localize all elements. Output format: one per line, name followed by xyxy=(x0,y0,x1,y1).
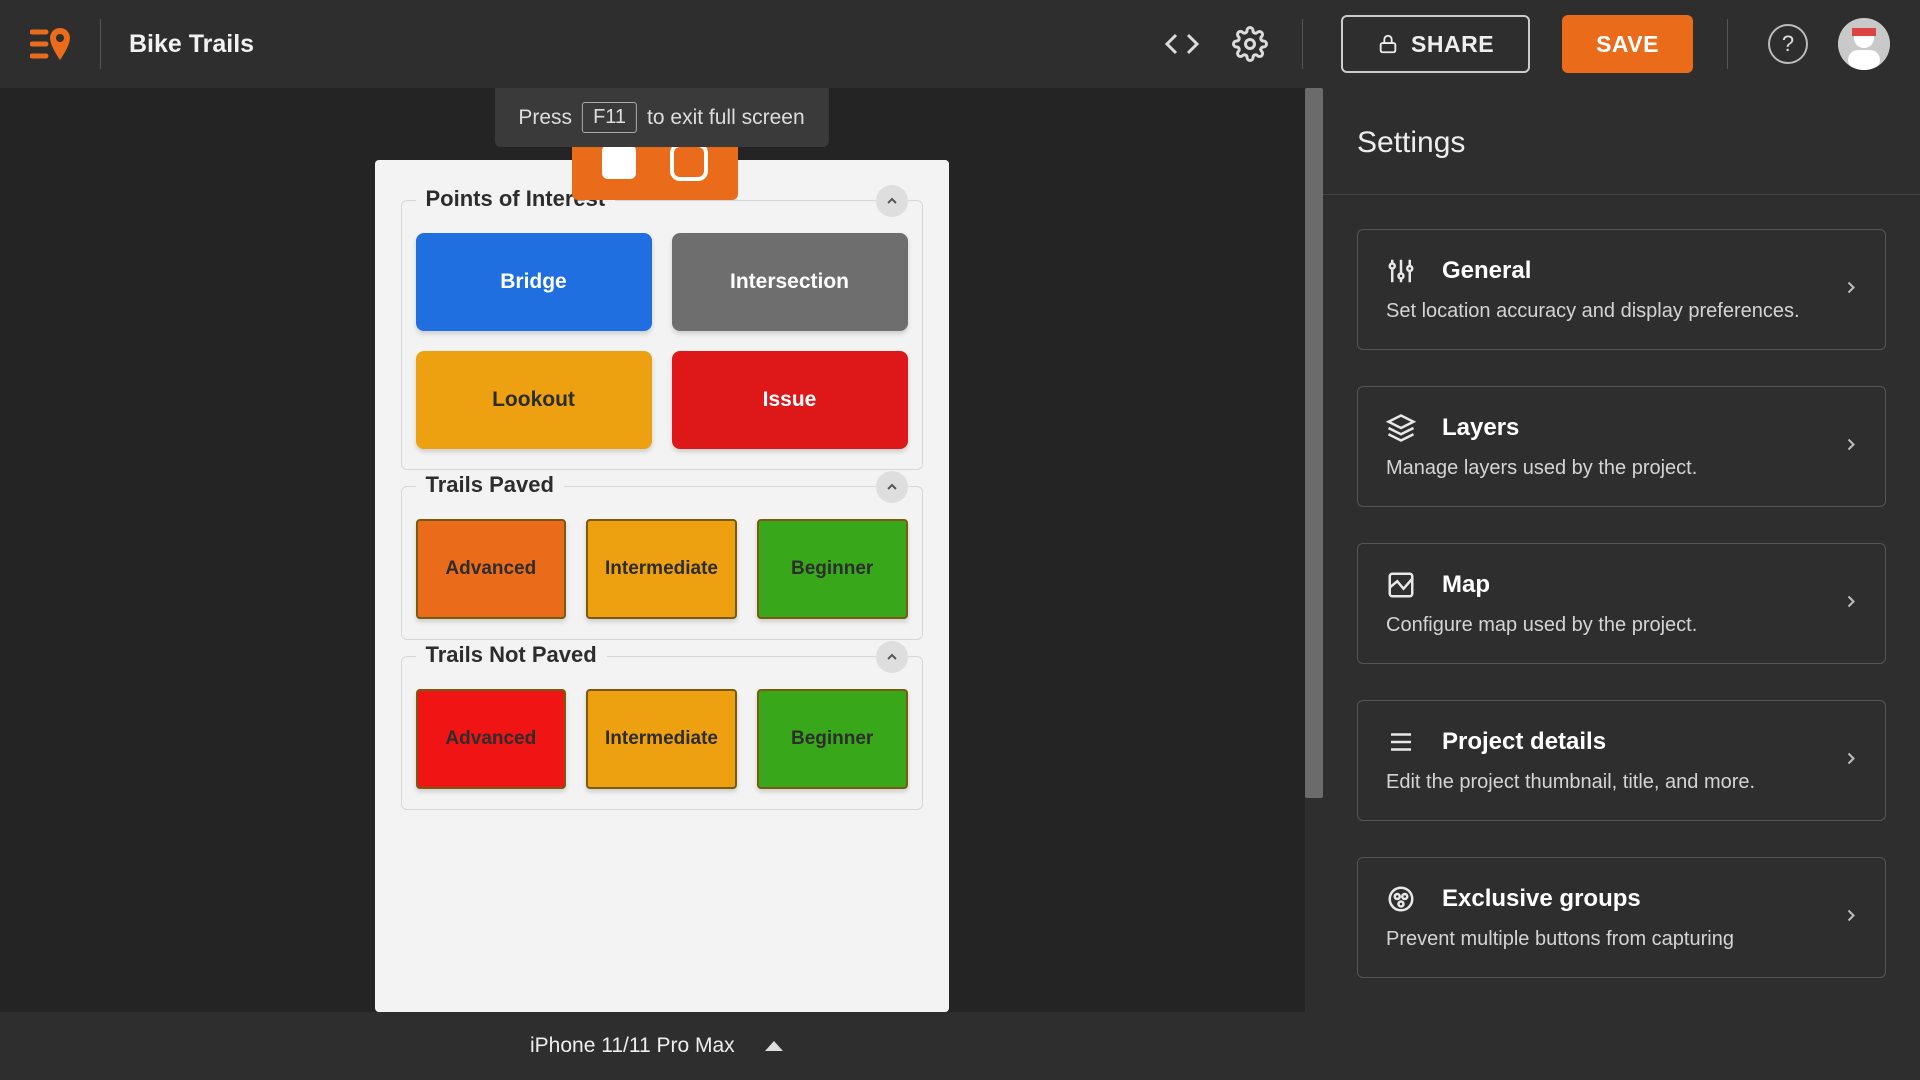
panel-title: Trails Paved xyxy=(416,472,564,498)
user-avatar[interactable] xyxy=(1838,18,1890,70)
caret-up-icon xyxy=(765,1041,783,1051)
tile-grid: AdvancedIntermediateBeginner xyxy=(416,689,908,789)
fullscreen-hint: Press F11 to exit full screen xyxy=(494,88,828,147)
card-title: Project details xyxy=(1442,728,1606,756)
share-label: SHARE xyxy=(1411,31,1494,58)
panel-title: Trails Not Paved xyxy=(416,642,607,668)
save-button[interactable]: SAVE xyxy=(1562,15,1693,73)
collapse-button[interactable] xyxy=(876,185,908,217)
fs-key: F11 xyxy=(582,102,637,133)
divider xyxy=(1323,194,1920,195)
tile-grid: AdvancedIntermediateBeginner xyxy=(416,519,908,619)
layers-icon xyxy=(1386,413,1416,443)
card-title: Map xyxy=(1442,571,1490,599)
settings-heading: Settings xyxy=(1357,88,1886,194)
chevron-right-icon xyxy=(1841,434,1861,459)
chevron-right-icon xyxy=(1841,748,1861,773)
card-title: General xyxy=(1442,257,1531,285)
device-selector[interactable]: iPhone 11/11 Pro Max xyxy=(530,1034,783,1058)
settings-panel: Settings General Set location accuracy an… xyxy=(1323,88,1920,1012)
tile-beginner[interactable]: Beginner xyxy=(757,519,908,619)
chevron-right-icon xyxy=(1841,905,1861,930)
lock-icon xyxy=(1377,31,1399,57)
collapse-button[interactable] xyxy=(876,641,908,673)
divider xyxy=(100,19,101,69)
scrollbar-thumb[interactable] xyxy=(1305,88,1323,798)
tile-advanced[interactable]: Advanced xyxy=(416,689,567,789)
tile-beginner[interactable]: Beginner xyxy=(757,689,908,789)
card-title: Exclusive groups xyxy=(1442,885,1641,913)
tile-intermediate[interactable]: Intermediate xyxy=(586,689,737,789)
tile-lookout[interactable]: Lookout xyxy=(416,351,652,449)
project-title: Bike Trails xyxy=(129,30,254,59)
app-logo[interactable] xyxy=(30,24,72,64)
card-desc: Configure map used by the project. xyxy=(1386,614,1857,637)
card-desc: Prevent multiple buttons from capturing xyxy=(1386,928,1857,951)
preview-panel: Points of InterestBridgeIntersectionLook… xyxy=(401,200,923,470)
preview-panel: Trails Not PavedAdvancedIntermediateBegi… xyxy=(401,656,923,810)
settings-card-map[interactable]: Map Configure map used by the project. xyxy=(1357,543,1886,664)
card-desc: Manage layers used by the project. xyxy=(1386,457,1857,480)
tile-bridge[interactable]: Bridge xyxy=(416,233,652,331)
sliders-icon xyxy=(1386,256,1416,286)
scrollbar-track[interactable] xyxy=(1305,88,1323,1012)
canvas-area: Press F11 to exit full screen Points of … xyxy=(0,88,1323,1012)
fs-suffix: to exit full screen xyxy=(647,106,805,130)
settings-card-layers[interactable]: Layers Manage layers used by the project. xyxy=(1357,386,1886,507)
details-icon xyxy=(1386,727,1416,757)
tile-intermediate[interactable]: Intermediate xyxy=(586,519,737,619)
settings-card-project-details[interactable]: Project details Edit the project thumbnai… xyxy=(1357,700,1886,821)
code-icon[interactable] xyxy=(1160,22,1204,66)
share-button[interactable]: SHARE xyxy=(1341,15,1530,73)
settings-card-general[interactable]: General Set location accuracy and display… xyxy=(1357,229,1886,350)
tile-intersection[interactable]: Intersection xyxy=(672,233,908,331)
tile-issue[interactable]: Issue xyxy=(672,351,908,449)
groups-icon xyxy=(1386,884,1416,914)
card-title: Layers xyxy=(1442,414,1519,442)
tile-advanced[interactable]: Advanced xyxy=(416,519,567,619)
work-area: Press F11 to exit full screen Points of … xyxy=(0,88,1920,1012)
bottom-bar: iPhone 11/11 Pro Max xyxy=(0,1012,1920,1080)
fs-prefix: Press xyxy=(518,106,572,130)
gear-icon[interactable] xyxy=(1228,22,1272,66)
settings-card-exclusive-groups[interactable]: Exclusive groups Prevent multiple buttons… xyxy=(1357,857,1886,978)
chevron-right-icon xyxy=(1841,591,1861,616)
top-bar: Bike Trails SHARE SAVE ? xyxy=(0,0,1920,88)
view-toggle-filled[interactable] xyxy=(602,145,636,179)
tile-grid: BridgeIntersectionLookoutIssue xyxy=(416,233,908,449)
preview-panel: Trails PavedAdvancedIntermediateBeginner xyxy=(401,486,923,640)
card-desc: Edit the project thumbnail, title, and m… xyxy=(1386,771,1857,794)
map-icon xyxy=(1386,570,1416,600)
chevron-right-icon xyxy=(1841,277,1861,302)
help-icon[interactable]: ? xyxy=(1768,24,1808,64)
card-desc: Set location accuracy and display prefer… xyxy=(1386,300,1857,323)
device-label: iPhone 11/11 Pro Max xyxy=(530,1034,735,1058)
view-toggle-outline[interactable] xyxy=(670,143,708,181)
save-label: SAVE xyxy=(1596,31,1659,58)
collapse-button[interactable] xyxy=(876,471,908,503)
device-preview: Points of InterestBridgeIntersectionLook… xyxy=(375,160,949,1012)
